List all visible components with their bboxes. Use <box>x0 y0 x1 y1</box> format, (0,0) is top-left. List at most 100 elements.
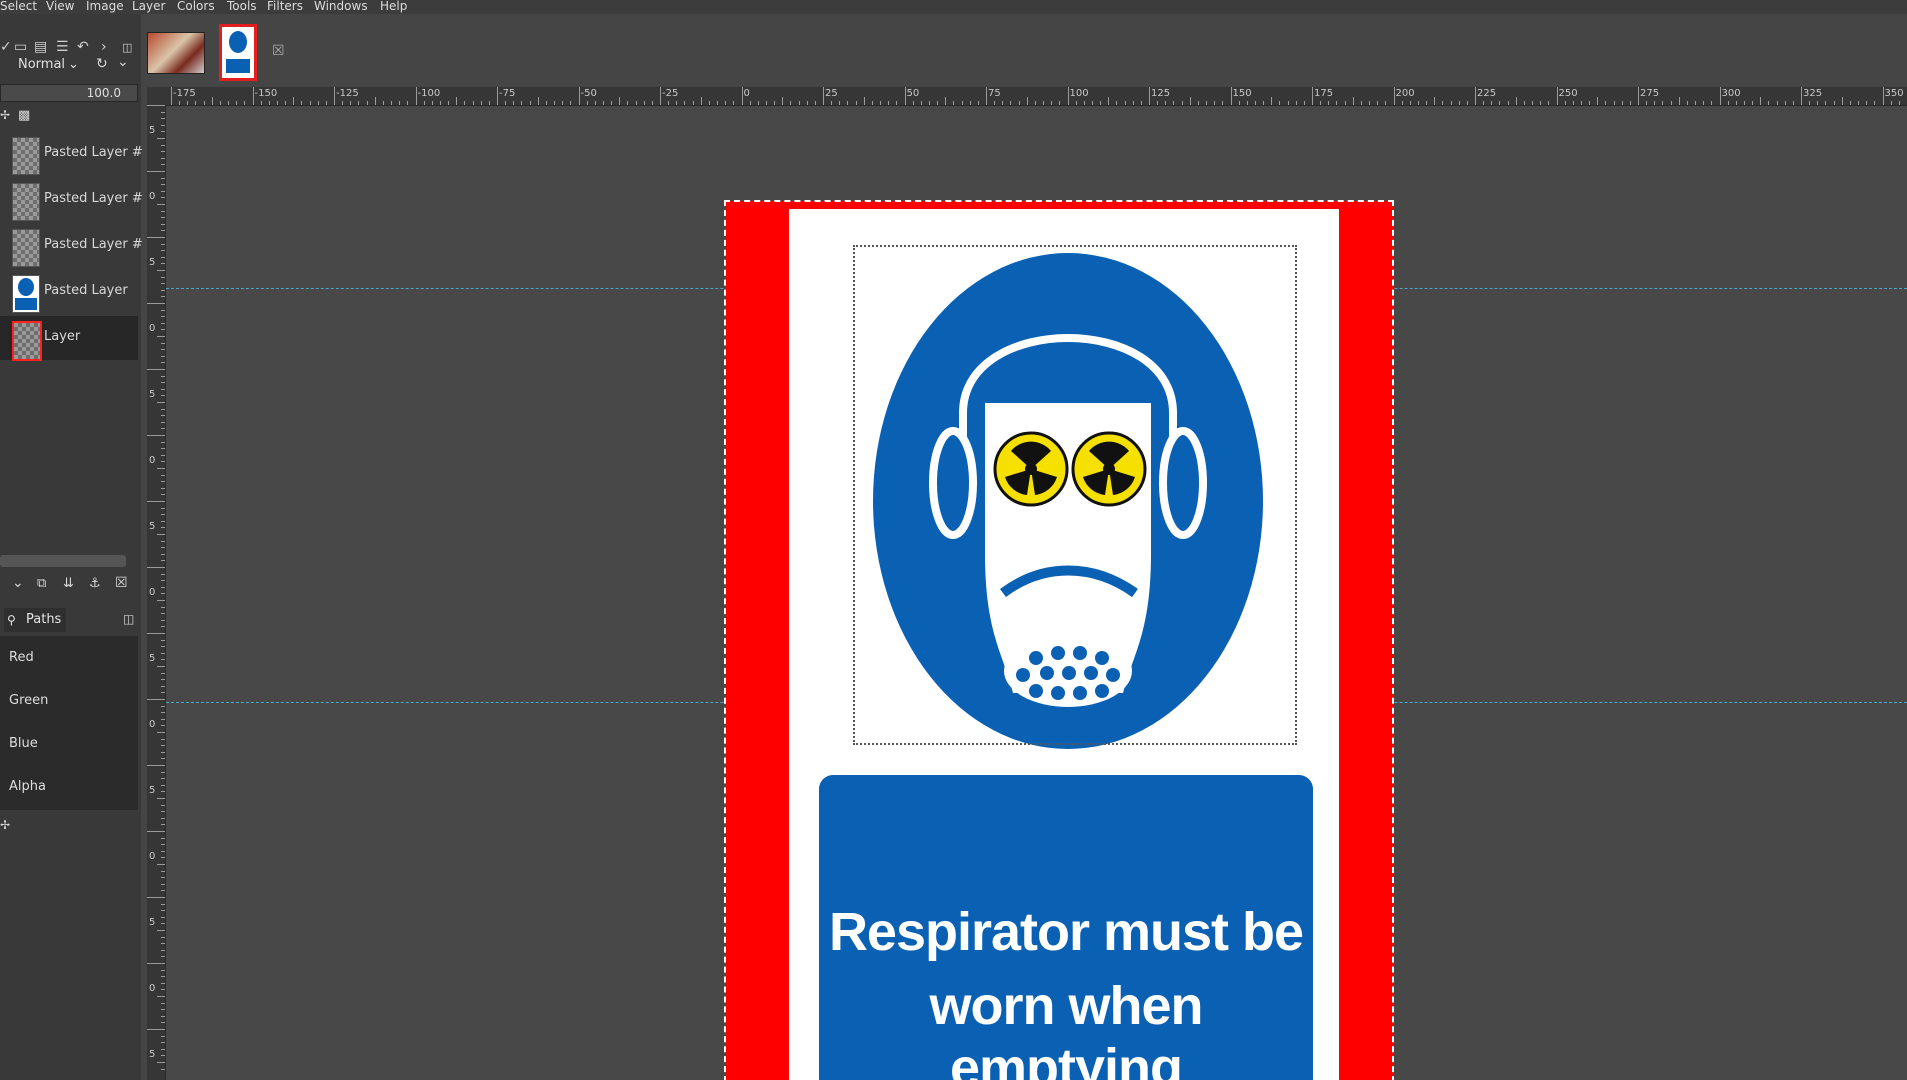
image-tab-sign[interactable] <box>219 24 257 81</box>
opacity-slider[interactable]: 100.0 <box>0 84 138 102</box>
ruler-tick <box>147 369 165 370</box>
ruler-tick <box>147 567 165 568</box>
ruler-tick <box>1735 101 1737 105</box>
ruler-tick <box>1034 101 1036 105</box>
layer-row[interactable]: Pasted Layer # <box>0 178 143 222</box>
ruler-tick <box>161 883 165 885</box>
ruler-tick <box>1629 101 1631 105</box>
layer-name: Pasted Layer # <box>44 145 143 160</box>
chevron-down-icon[interactable]: ⌄ <box>12 575 24 591</box>
ruler-tick <box>161 580 165 582</box>
ruler-tick <box>161 745 165 747</box>
ruler-tick <box>161 646 165 648</box>
close-icon[interactable]: ☒ <box>272 43 285 59</box>
sign-text-panel: Respirator must be worn when emptying <box>819 775 1313 1080</box>
layer-row[interactable]: Pasted Layer # <box>0 132 143 176</box>
ruler-label: 0 <box>743 88 750 99</box>
ruler-tick <box>187 101 189 105</box>
ruler-tick <box>831 101 833 105</box>
ruler-tick <box>147 1029 165 1030</box>
menubar: Select View Image Layer Colors Tools Fil… <box>0 0 1907 14</box>
ruler-tick <box>1841 97 1843 105</box>
chevron-down-icon[interactable]: ⌄ <box>117 54 129 70</box>
channel-item-green[interactable]: Green <box>9 693 48 708</box>
ruler-tick <box>1866 101 1868 105</box>
channel-item-red[interactable]: Red <box>9 650 34 665</box>
ruler-tick <box>1784 101 1786 105</box>
crosshair-icon[interactable]: ✢ <box>0 818 10 832</box>
ruler-tick <box>505 101 507 105</box>
ruler-tick <box>1695 101 1697 105</box>
ruler-tick <box>1646 101 1648 105</box>
menu-select[interactable]: Select <box>0 0 37 13</box>
tab-paths[interactable]: ⚲ Paths <box>4 608 66 632</box>
channel-item-alpha[interactable]: Alpha <box>9 779 46 794</box>
menu-image[interactable]: Image <box>86 0 124 13</box>
menu-layer[interactable]: Layer <box>132 0 165 13</box>
ruler-tick <box>953 101 955 105</box>
ruler-tick <box>1100 101 1102 105</box>
layers-scrollbar[interactable] <box>0 555 126 567</box>
ruler-tick <box>790 101 792 105</box>
ruler-tick <box>161 844 165 846</box>
ruler-tick <box>161 976 165 978</box>
reset-icon[interactable]: ↻ <box>96 56 108 72</box>
layer-row[interactable]: Pasted Layer <box>0 270 138 314</box>
ruler-tick <box>285 101 287 105</box>
ruler-tick <box>1279 101 1281 105</box>
ruler-tick <box>161 837 165 839</box>
horizontal-ruler[interactable]: -175 -150 -125 -100 -75 -50 -25 0 25 50 75 100 125 15… <box>147 87 1907 106</box>
ruler-tick <box>1442 101 1444 105</box>
ruler-tick <box>1638 87 1639 105</box>
sign-red-border: Respirator must be worn when emptying <box>724 200 1394 1080</box>
ruler-tick <box>161 520 165 522</box>
ruler-tick <box>1238 101 1240 105</box>
ruler-label: 5 <box>149 125 156 136</box>
ruler-label: 5 <box>149 389 156 400</box>
ruler-label: 0 <box>149 983 156 994</box>
duplicate-icon[interactable]: ⧉ <box>37 576 46 591</box>
menu-tools[interactable]: Tools <box>227 0 257 13</box>
ruler-tick <box>1898 101 1900 105</box>
menu-help[interactable]: Help <box>380 0 407 13</box>
merge-down-icon[interactable]: ⇊ <box>63 576 74 591</box>
ruler-tick <box>161 157 165 159</box>
mode-select[interactable]: Normal ⌄ <box>0 53 85 77</box>
chevron-right-icon[interactable]: › <box>101 39 107 55</box>
ruler-label: 225 <box>1477 88 1497 99</box>
ruler-tick <box>611 101 613 105</box>
ruler-tick <box>407 101 409 105</box>
ruler-tick <box>161 639 165 641</box>
ruler-tick <box>1882 87 1884 105</box>
anchor-icon[interactable]: ⚓ <box>89 576 101 591</box>
menu-colors[interactable]: Colors <box>177 0 215 13</box>
crosshair-icon[interactable]: ✢ <box>0 108 10 122</box>
lock-alpha-icon[interactable]: ▩ <box>18 108 30 123</box>
layer-row-active[interactable]: Layer <box>0 316 138 361</box>
channel-item-blue[interactable]: Blue <box>9 736 38 751</box>
ruler-tick <box>798 101 800 105</box>
ruler-tick <box>1173 101 1175 105</box>
menu-windows[interactable]: Windows <box>314 0 368 13</box>
layer-row[interactable]: Pasted Layer # <box>0 224 143 268</box>
ruler-tick <box>334 87 335 105</box>
menu-view[interactable]: View <box>46 0 74 13</box>
image-canvas[interactable]: Respirator must be worn when emptying <box>166 106 1907 1080</box>
delete-icon[interactable]: ☒ <box>115 575 128 591</box>
ruler-tick <box>147 501 165 502</box>
ruler-tick <box>1181 101 1183 105</box>
panel-menu-icon[interactable]: ◫ <box>122 41 132 54</box>
ruler-tick <box>1140 101 1142 105</box>
panel-menu-icon[interactable]: ◫ <box>123 612 134 626</box>
selection-marquee[interactable] <box>853 245 1297 745</box>
menu-filters[interactable]: Filters <box>267 0 303 13</box>
ruler-tick <box>1678 97 1680 105</box>
ruler-tick <box>1287 101 1289 105</box>
ruler-tick <box>1263 101 1265 105</box>
ruler-tick <box>937 101 939 105</box>
image-tab-photo[interactable] <box>147 32 205 74</box>
vertical-ruler[interactable]: 5 0 5 0 5 0 5 0 5 0 5 0 5 0 5 <box>147 105 166 1080</box>
ruler-tick <box>161 250 165 252</box>
ruler-tick <box>904 87 906 105</box>
ruler-tick <box>1483 101 1485 105</box>
